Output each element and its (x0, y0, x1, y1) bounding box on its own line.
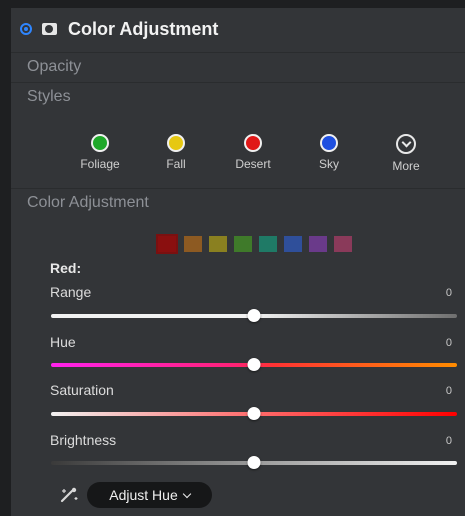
range-slider-thumb[interactable] (247, 309, 261, 322)
radio-enabled-icon[interactable] (20, 23, 32, 35)
eyedropper-sparkle-icon[interactable] (58, 486, 80, 504)
color-adjustment-section[interactable]: Color Adjustment (11, 188, 465, 218)
fall-swatch-icon (167, 134, 185, 152)
hue-value[interactable]: 0 (446, 337, 452, 349)
panel-title: Color Adjustment (68, 19, 219, 39)
brightness-label: Brightness (50, 432, 117, 448)
chevron-down-circle-icon (396, 134, 416, 154)
styles-section[interactable]: Styles (11, 82, 465, 112)
opacity-label: Opacity (27, 58, 82, 75)
style-label: More (392, 159, 420, 173)
style-foliage[interactable]: Foliage (70, 134, 130, 171)
brightness-value[interactable]: 0 (446, 435, 452, 447)
swatch-purple[interactable] (309, 236, 327, 252)
swatch-magenta[interactable] (334, 236, 352, 252)
range-value[interactable]: 0 (446, 287, 452, 299)
style-fall[interactable]: Fall (146, 134, 206, 171)
foliage-swatch-icon (91, 134, 109, 152)
style-sky[interactable]: Sky (299, 134, 359, 171)
brightness-slider-thumb[interactable] (247, 456, 261, 469)
swatch-red[interactable] (156, 234, 178, 254)
panel-header: Color Adjustment (11, 8, 465, 52)
swatch-orange[interactable] (184, 236, 202, 252)
range-label: Range (50, 284, 92, 300)
swatch-green[interactable] (234, 236, 252, 252)
hue-label: Hue (50, 334, 76, 350)
layer-mask-icon[interactable] (42, 23, 57, 35)
hue-slider-thumb[interactable] (247, 358, 261, 371)
style-desert[interactable]: Desert (223, 134, 283, 171)
color-adjustment-label: Color Adjustment (27, 194, 149, 211)
chevron-down-icon (182, 489, 191, 498)
saturation-slider-thumb[interactable] (247, 407, 261, 420)
adjust-hue-label: Adjust Hue (109, 487, 178, 503)
style-more[interactable]: More (376, 134, 436, 173)
adjust-hue-dropdown[interactable]: Adjust Hue (87, 482, 212, 508)
swatch-aqua[interactable] (259, 236, 277, 252)
saturation-value[interactable]: 0 (446, 385, 452, 397)
styles-label: Styles (27, 88, 71, 105)
style-label: Desert (235, 157, 271, 171)
sky-swatch-icon (320, 134, 338, 152)
opacity-section[interactable]: Opacity (11, 52, 465, 82)
color-adjustment-panel: Color Adjustment Opacity Styles Foliage … (11, 8, 465, 516)
desert-swatch-icon (244, 134, 262, 152)
style-label: Sky (318, 157, 339, 171)
saturation-label: Saturation (50, 382, 114, 398)
style-label: Foliage (80, 157, 120, 171)
swatch-yellow[interactable] (209, 236, 227, 252)
selected-color-label: Red: (50, 260, 82, 276)
style-label: Fall (166, 157, 186, 171)
swatch-blue[interactable] (284, 236, 302, 252)
